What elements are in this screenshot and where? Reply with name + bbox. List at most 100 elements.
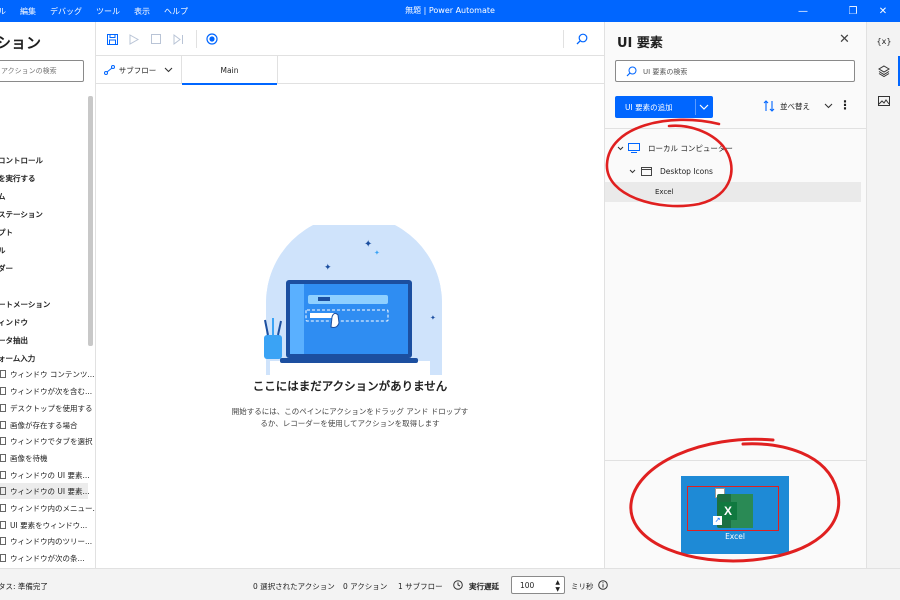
action-item[interactable]: ウィンドウでタブを選択: [0, 433, 93, 449]
layers-icon: [878, 65, 890, 77]
variables-icon: {x}: [876, 36, 892, 46]
action-group[interactable]: を実行する: [0, 173, 36, 184]
action-item[interactable]: ウィンドウ内のメニュー...: [0, 500, 95, 516]
button-separator: [695, 99, 696, 115]
run-delay-unit: ミリ秒: [571, 582, 594, 591]
run-button[interactable]: [126, 31, 142, 47]
action-group[interactable]: ステーション: [0, 209, 43, 220]
images-tab[interactable]: [867, 86, 900, 116]
stop-button[interactable]: [148, 31, 164, 47]
annotation-circle: [629, 437, 841, 563]
chevron-down-icon[interactable]: [699, 99, 709, 115]
action-item[interactable]: ウィンドウ内のツリー...: [0, 533, 92, 549]
record-icon: [206, 33, 218, 45]
subflows-dropdown[interactable]: サブフロー: [96, 56, 182, 84]
selected-actions-count: 0 選択されたアクション: [253, 582, 335, 591]
action-item[interactable]: デスクトップを使用する: [0, 400, 93, 416]
actions-panel: ション コントロール を実行する ム ステーション プト ル ダー ートメーショ…: [0, 22, 96, 568]
close-window-button[interactable]: ✕: [868, 0, 898, 22]
action-group[interactable]: ートメーション: [0, 299, 50, 310]
chevron-down-icon: [824, 103, 833, 109]
chevron-down-icon: [164, 67, 173, 73]
image-icon: [878, 96, 890, 106]
action-group[interactable]: ォーム入力: [0, 353, 35, 364]
desktop-icon: [0, 404, 6, 412]
search-icon: [626, 66, 637, 77]
tab-main[interactable]: Main: [182, 56, 278, 85]
subflow-tabs: サブフロー Main: [96, 56, 604, 85]
more-options-button[interactable]: ⋮: [839, 98, 851, 112]
toolbar-separator: [563, 30, 564, 48]
add-ui-element-button[interactable]: UI 要素の追加: [615, 96, 713, 118]
spinner-arrows-icon[interactable]: ▲ ▼: [555, 579, 560, 593]
menu-debug[interactable]: デバッグ: [50, 6, 82, 17]
menu-view[interactable]: 表示: [134, 6, 150, 17]
action-item[interactable]: ウィンドウが次を含む...: [0, 383, 92, 399]
action-item-selected[interactable]: ウィンドウの UI 要素...: [0, 483, 90, 499]
info-icon[interactable]: [598, 580, 608, 590]
window-icon: [0, 370, 6, 378]
run-delay-input[interactable]: 100 ▲ ▼: [511, 576, 565, 594]
action-item[interactable]: ウィンドウ コンテンツ...: [0, 366, 95, 382]
svg-text:✦: ✦: [374, 249, 380, 257]
ui-elements-search-input[interactable]: UI 要素の検索: [615, 60, 855, 82]
action-item[interactable]: UI 要素をウィンドウ...: [0, 517, 88, 533]
status-bar: タス: 準備完了 0 選択されたアクション 0 アクション 1 サブフロー 実行…: [0, 568, 900, 600]
subflow-icon: [103, 65, 115, 75]
sort-button[interactable]: 並べ替え: [763, 100, 833, 112]
menu-file[interactable]: ル: [0, 6, 6, 17]
action-item[interactable]: ウィンドウが次の条...: [0, 550, 88, 566]
image-icon: [0, 421, 6, 429]
action-item[interactable]: 画像を待機: [0, 450, 88, 466]
ui-elements-tab[interactable]: [867, 56, 900, 86]
flow-toolbar: [96, 22, 604, 56]
tree-icon: [0, 537, 6, 545]
record-button[interactable]: [204, 31, 220, 47]
step-icon: [173, 33, 183, 45]
sort-icon: [763, 100, 775, 112]
action-item[interactable]: 画像が存在する場合: [0, 417, 88, 433]
actions-scrollbar[interactable]: [88, 96, 93, 346]
close-panel-button[interactable]: ✕: [839, 32, 850, 47]
restore-button[interactable]: ❐: [838, 0, 868, 22]
action-group[interactable]: ィンドウ: [0, 317, 28, 328]
ui-element-icon: [0, 487, 6, 495]
actions-search-input[interactable]: [0, 60, 84, 82]
flow-canvas[interactable]: ✦ ✦ ✦ ✦ ここにはまだアクションがありません 開始するには、このペインにア…: [96, 85, 604, 568]
step-button[interactable]: [170, 31, 186, 47]
window-icon: [0, 554, 6, 562]
run-delay-value: 100: [520, 581, 535, 590]
action-group[interactable]: ダー: [0, 263, 13, 274]
action-group[interactable]: ル: [0, 245, 6, 256]
title-bar: ル 編集 デバッグ ツール 表示 ヘルプ 無題 | Power Automate…: [0, 0, 900, 22]
svg-text:✦: ✦: [324, 263, 332, 273]
annotation-circle: [605, 118, 733, 208]
action-group[interactable]: コントロール: [0, 155, 43, 166]
subflows-label: サブフロー: [118, 65, 157, 75]
action-item[interactable]: ウィンドウの UI 要素...: [0, 467, 90, 483]
tab-main-label: Main: [220, 65, 239, 75]
actions-count: 0 アクション: [343, 582, 388, 591]
ui-element-icon: [0, 471, 6, 479]
ui-elements-panel: UI 要素 ✕ UI 要素の検索 UI 要素の追加 並べ替え ⋮ ローカル コン…: [604, 22, 867, 568]
menu-icon: [0, 504, 6, 512]
svg-text:✦: ✦: [364, 239, 372, 250]
search-flow-button[interactable]: [574, 31, 590, 47]
actions-panel-title: ション: [0, 34, 42, 52]
action-group[interactable]: ータ抽出: [0, 335, 28, 346]
stop-icon: [151, 34, 161, 44]
subflows-count: 1 サブフロー: [398, 582, 443, 591]
play-icon: [129, 33, 139, 45]
run-delay-label: 実行遅延: [469, 582, 499, 591]
menu-tools[interactable]: ツール: [96, 6, 120, 17]
action-group[interactable]: プト: [0, 227, 13, 238]
add-ui-element-label: UI 要素の追加: [625, 103, 673, 112]
menu-edit[interactable]: 編集: [20, 6, 36, 17]
save-button[interactable]: [104, 31, 120, 47]
menu-help[interactable]: ヘルプ: [164, 6, 188, 17]
search-icon: [576, 33, 588, 45]
ui-elements-title: UI 要素: [617, 36, 663, 51]
minimize-button[interactable]: —: [788, 0, 818, 22]
action-group[interactable]: ム: [0, 191, 6, 202]
variables-tab[interactable]: {x}: [867, 26, 900, 56]
